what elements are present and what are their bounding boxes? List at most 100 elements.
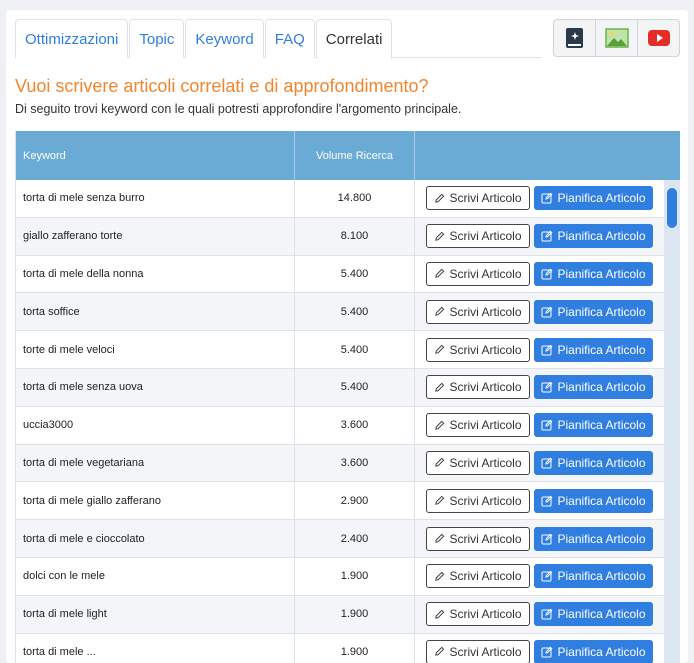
keyword-cell: uccia3000 bbox=[16, 406, 295, 444]
header-volume[interactable]: Volume Ricerca bbox=[295, 131, 415, 180]
plan-article-button[interactable]: Pianifica Articolo bbox=[534, 488, 653, 513]
plan-article-button[interactable]: Pianifica Articolo bbox=[534, 224, 653, 249]
plan-article-button[interactable]: Pianifica Articolo bbox=[534, 261, 653, 286]
table-body: torta di mele senza burro 14.800 Scrivi Ar… bbox=[16, 180, 665, 663]
volume-cell: 5.400 bbox=[295, 331, 415, 368]
actions-cell: Scrivi Articolo Pianifica Articolo bbox=[415, 634, 665, 663]
plan-article-button[interactable]: Pianifica Articolo bbox=[534, 299, 653, 324]
tab-ottimizzazioni[interactable]: Ottimizzazioni bbox=[15, 19, 129, 58]
write-article-label: Scrivi Articolo bbox=[449, 455, 522, 470]
table-header: Keyword Volume Ricerca bbox=[16, 131, 680, 180]
edit-square-icon bbox=[541, 570, 553, 582]
actions-cell: Scrivi Articolo Pianifica Articolo bbox=[415, 293, 665, 330]
pencil-icon bbox=[435, 382, 445, 392]
edit-square-icon bbox=[541, 608, 553, 620]
volume-cell: 1.900 bbox=[295, 557, 415, 595]
plan-article-label: Pianifica Articolo bbox=[557, 569, 646, 584]
table-row: torta di mele ... 1.900 Scrivi Articolo Pia… bbox=[16, 633, 665, 663]
write-article-button[interactable]: Scrivi Articolo bbox=[426, 488, 530, 513]
write-article-label: Scrivi Articolo bbox=[449, 191, 522, 206]
edit-square-icon bbox=[541, 646, 553, 658]
plan-article-button[interactable]: Pianifica Articolo bbox=[534, 186, 653, 211]
plan-article-button[interactable]: Pianifica Articolo bbox=[534, 375, 653, 400]
keyword-cell: torta di mele light bbox=[16, 595, 295, 633]
youtube-button[interactable] bbox=[637, 19, 680, 57]
pencil-icon bbox=[435, 307, 445, 317]
table-row: torta di mele della nonna 5.400 Scrivi Art… bbox=[16, 255, 665, 294]
write-article-label: Scrivi Articolo bbox=[449, 229, 522, 244]
table-row: torta di mele light 1.900 Scrivi Articolo P… bbox=[16, 595, 665, 634]
volume-cell: 1.900 bbox=[295, 633, 415, 663]
table-scrollbar[interactable] bbox=[664, 180, 680, 663]
plan-article-button[interactable]: Pianifica Articolo bbox=[534, 337, 653, 362]
write-article-label: Scrivi Articolo bbox=[449, 531, 522, 546]
plan-article-button[interactable]: Pianifica Articolo bbox=[534, 639, 653, 663]
write-article-label: Scrivi Articolo bbox=[449, 380, 522, 395]
plan-article-label: Pianifica Articolo bbox=[557, 455, 646, 470]
table-row: torta soffice 5.400 Scrivi Articolo Pianifi… bbox=[16, 293, 665, 332]
actions-cell: Scrivi Articolo Pianifica Articolo bbox=[415, 218, 665, 255]
write-article-label: Scrivi Articolo bbox=[449, 342, 522, 357]
tab-faq[interactable]: FAQ bbox=[264, 19, 315, 58]
table-row: giallo zafferano torte 8.100 Scrivi Artico… bbox=[16, 217, 665, 256]
pencil-icon bbox=[435, 193, 445, 203]
pencil-icon bbox=[435, 231, 445, 241]
actions-cell: Scrivi Articolo Pianifica Articolo bbox=[415, 445, 665, 482]
write-article-button[interactable]: Scrivi Articolo bbox=[426, 450, 530, 475]
tab-topic[interactable]: Topic bbox=[129, 19, 185, 58]
plan-article-label: Pianifica Articolo bbox=[557, 342, 646, 357]
plan-article-label: Pianifica Articolo bbox=[557, 644, 646, 659]
edit-square-icon bbox=[541, 344, 553, 356]
plan-article-button[interactable]: Pianifica Articolo bbox=[534, 526, 653, 551]
volume-cell: 5.400 bbox=[295, 368, 415, 406]
actions-cell: Scrivi Articolo Pianifica Articolo bbox=[415, 482, 665, 519]
keyword-cell: giallo zafferano torte bbox=[16, 217, 295, 255]
write-article-button[interactable]: Scrivi Articolo bbox=[426, 413, 530, 438]
edit-square-icon bbox=[541, 533, 553, 545]
keyword-cell: torta di mele vegetariana bbox=[16, 444, 295, 482]
scrollbar-thumb[interactable] bbox=[667, 188, 677, 228]
write-article-button[interactable]: Scrivi Articolo bbox=[426, 639, 530, 663]
volume-cell: 2.900 bbox=[295, 482, 415, 520]
plan-article-button[interactable]: Pianifica Articolo bbox=[534, 413, 653, 438]
plan-article-button[interactable]: Pianifica Articolo bbox=[534, 602, 653, 627]
edit-square-icon bbox=[541, 457, 553, 469]
write-article-button[interactable]: Scrivi Articolo bbox=[426, 186, 530, 211]
write-article-button[interactable]: Scrivi Articolo bbox=[426, 602, 530, 627]
table-row: torta di mele senza burro 14.800 Scrivi Ar… bbox=[16, 180, 665, 218]
header-actions bbox=[415, 131, 680, 180]
plan-article-button[interactable]: Pianifica Articolo bbox=[534, 450, 653, 475]
write-article-button[interactable]: Scrivi Articolo bbox=[426, 337, 530, 362]
plan-article-label: Pianifica Articolo bbox=[557, 191, 646, 206]
write-article-label: Scrivi Articolo bbox=[449, 644, 522, 659]
write-article-button[interactable]: Scrivi Articolo bbox=[426, 261, 530, 286]
write-article-label: Scrivi Articolo bbox=[449, 266, 522, 281]
keyword-cell: torta di mele ... bbox=[16, 633, 295, 663]
ai-writer-button[interactable] bbox=[553, 19, 596, 57]
actions-cell: Scrivi Articolo Pianifica Articolo bbox=[415, 180, 665, 217]
image-button[interactable] bbox=[595, 19, 638, 57]
tab-correlati[interactable]: Correlati bbox=[315, 19, 393, 59]
ai-sparkle-book-icon bbox=[565, 28, 583, 48]
edit-square-icon bbox=[541, 192, 553, 204]
edit-square-icon bbox=[541, 419, 553, 431]
keyword-cell: torta di mele e cioccolato bbox=[16, 520, 295, 557]
write-article-button[interactable]: Scrivi Articolo bbox=[426, 526, 530, 551]
actions-cell: Scrivi Articolo Pianifica Articolo bbox=[415, 407, 665, 444]
write-article-label: Scrivi Articolo bbox=[449, 304, 522, 319]
volume-cell: 5.400 bbox=[295, 293, 415, 331]
header-keyword[interactable]: Keyword bbox=[16, 131, 295, 180]
write-article-button[interactable]: Scrivi Articolo bbox=[426, 564, 530, 589]
write-article-button[interactable]: Scrivi Articolo bbox=[426, 375, 530, 400]
actions-cell: Scrivi Articolo Pianifica Articolo bbox=[415, 596, 665, 633]
write-article-button[interactable]: Scrivi Articolo bbox=[426, 224, 530, 249]
write-article-label: Scrivi Articolo bbox=[449, 607, 522, 622]
write-article-button[interactable]: Scrivi Articolo bbox=[426, 299, 530, 324]
keyword-cell: torta di mele senza uova bbox=[16, 368, 295, 406]
plan-article-button[interactable]: Pianifica Articolo bbox=[534, 564, 653, 589]
tab-bar: Ottimizzazioni Topic Keyword FAQ Correlati bbox=[15, 19, 542, 59]
plan-article-label: Pianifica Articolo bbox=[557, 531, 646, 546]
plan-article-label: Pianifica Articolo bbox=[557, 607, 646, 622]
actions-cell: Scrivi Articolo Pianifica Articolo bbox=[415, 369, 665, 406]
tab-keyword[interactable]: Keyword bbox=[185, 19, 264, 58]
